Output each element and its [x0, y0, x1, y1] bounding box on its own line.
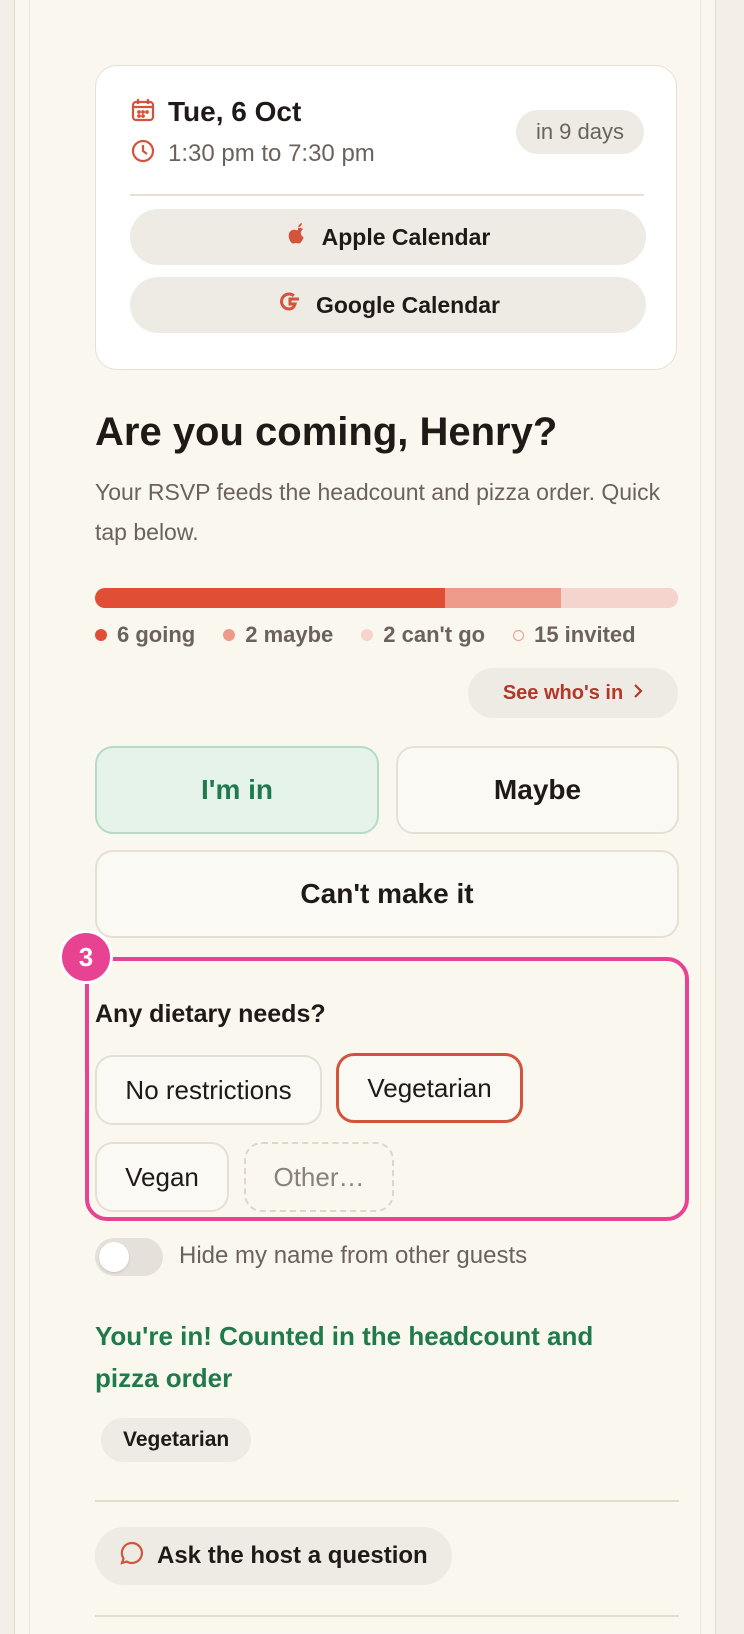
card-divider — [130, 194, 644, 196]
rsvp-heading: Are you coming, Henry? — [95, 410, 558, 454]
calendar-icon — [130, 97, 156, 128]
apple-calendar-button[interactable]: Apple Calendar — [130, 209, 646, 265]
time-row: 1:30 pm to 7:30 pm — [130, 138, 375, 169]
cant-go-dot-icon — [361, 629, 374, 641]
attendance-bar — [95, 588, 678, 608]
invited-dot-icon — [513, 629, 525, 641]
rsvp-subtext: Your RSVP feeds the headcount and pizza … — [95, 479, 661, 545]
bar-segment-going — [95, 588, 445, 608]
maybe-dot-icon — [223, 629, 236, 641]
event-time: 1:30 pm to 7:30 pm — [168, 139, 375, 167]
event-date-card: Tue, 6 Oct 1:30 pm to 7:30 pm in 9 days … — [95, 65, 677, 370]
toggle-knob — [99, 1242, 129, 1272]
diet-chip-vegetarian[interactable]: Vegetarian — [336, 1053, 523, 1123]
legend-going: 6 going — [95, 622, 195, 648]
annotation-badge: 3 — [59, 930, 113, 984]
chat-bubble-icon — [119, 1540, 145, 1573]
bar-segment-cant-go — [561, 588, 678, 608]
google-calendar-button[interactable]: Google Calendar — [130, 277, 646, 333]
dietary-label: Any dietary needs? — [95, 1000, 326, 1028]
legend-cant-go: 2 can't go — [361, 622, 485, 648]
apple-icon — [286, 221, 310, 253]
legend-going-label: 6 going — [117, 622, 196, 647]
confirmation-message: You're in! Counted in the headcount and … — [95, 1321, 594, 1393]
ask-host-button[interactable]: Ask the host a question — [95, 1527, 452, 1585]
rsvp-cant-make-it-button[interactable]: Can't make it — [95, 850, 679, 938]
date-row: Tue, 6 Oct — [130, 96, 301, 128]
legend-maybe: 2 maybe — [223, 622, 333, 648]
attendance-legend: 6 going 2 maybe 2 can't go 15 invited — [95, 622, 636, 648]
apple-calendar-label: Apple Calendar — [321, 223, 491, 250]
legend-invited-label: 15 invited — [534, 622, 636, 647]
hide-name-label: Hide my name from other guests — [179, 1242, 528, 1269]
ask-host-label: Ask the host a question — [157, 1542, 428, 1569]
dietary-tag: Vegetarian — [101, 1418, 252, 1462]
see-whos-in-label: See who's in — [502, 681, 624, 704]
clock-icon — [130, 138, 156, 169]
hide-name-toggle[interactable] — [95, 1238, 163, 1276]
legend-cant-go-label: 2 can't go — [383, 622, 486, 647]
bar-segment-maybe — [444, 588, 562, 608]
diet-chip-vegan[interactable]: Vegan — [95, 1142, 229, 1212]
google-icon — [276, 288, 304, 322]
rsvp-im-in-button[interactable]: I'm in — [95, 746, 379, 834]
google-calendar-label: Google Calendar — [315, 291, 501, 318]
event-date: Tue, 6 Oct — [168, 96, 302, 127]
countdown-badge: in 9 days — [515, 110, 644, 154]
diet-chip-other[interactable]: Other… — [244, 1142, 394, 1212]
legend-invited: 15 invited — [513, 622, 636, 648]
see-whos-in-button[interactable]: See who's in — [468, 668, 678, 718]
diet-chip-no-restrictions[interactable]: No restrictions — [95, 1055, 322, 1125]
bottom-divider — [95, 1615, 679, 1617]
page: Tue, 6 Oct 1:30 pm to 7:30 pm in 9 days … — [14, 0, 716, 1634]
section-divider — [95, 1500, 679, 1502]
legend-maybe-label: 2 maybe — [245, 622, 334, 647]
going-dot-icon — [95, 629, 107, 641]
rsvp-maybe-button[interactable]: Maybe — [396, 746, 679, 834]
chevron-right-icon — [633, 682, 643, 705]
